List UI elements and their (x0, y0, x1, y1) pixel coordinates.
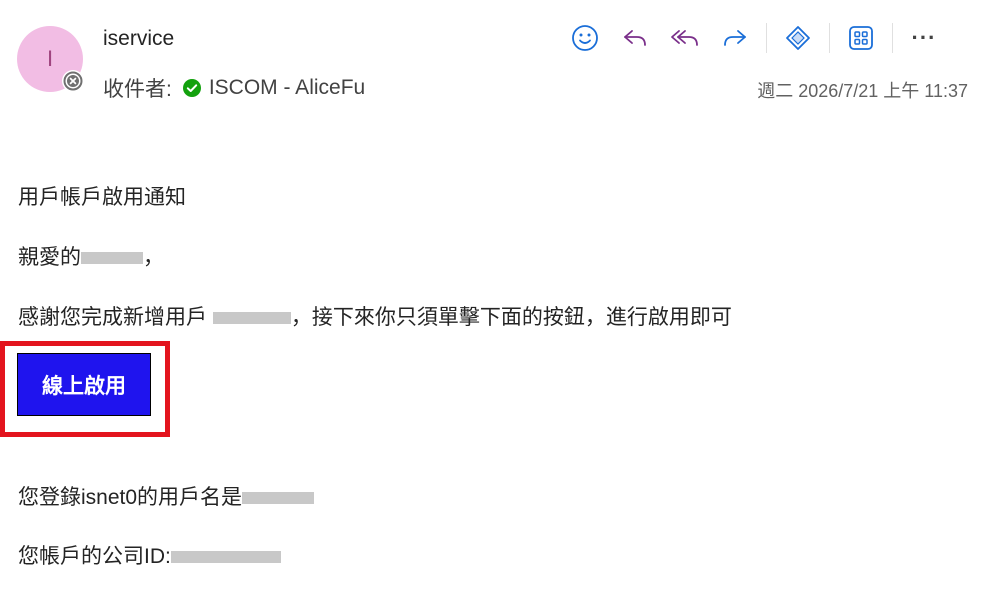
more-actions-button[interactable]: ··· (905, 20, 943, 56)
username-prefix: 您登錄isnet0的用戶名是 (18, 486, 243, 509)
company-id-prefix: 您帳戶的公司ID: (18, 545, 171, 568)
reply-all-icon (671, 30, 698, 46)
greeting-prefix: 親愛的 (18, 246, 81, 269)
recipient-label: 收件者: (103, 78, 172, 101)
company-id-line: 您帳戶的公司ID: (18, 540, 281, 570)
message-date: 週二 2026/7/21 上午 11:37 (757, 81, 968, 101)
greeting-line: 親愛的 ， (18, 241, 164, 271)
instruction-suffix: ，接下來你只須單擊下面的按鈕，進行啟用即可 (290, 306, 732, 329)
redacted-login-name (242, 492, 315, 505)
verified-check-icon (182, 78, 202, 98)
activate-online-button[interactable]: 線上啟用 (17, 353, 151, 416)
avatar-initial: I (46, 46, 54, 71)
sender-name[interactable]: iservice (103, 27, 174, 51)
toolbar-divider (766, 23, 767, 53)
forward-icon (724, 30, 746, 46)
redacted-username (212, 312, 291, 325)
redacted-name (81, 252, 143, 265)
apps-button[interactable] (842, 20, 880, 56)
reply-all-button[interactable] (666, 20, 704, 56)
instruction-line: 感謝您完成新增用戶 ，接下來你只須單擊下面的按鈕，進行啟用即可 (18, 301, 732, 331)
instruction-prefix: 感謝您完成新增用戶 (18, 306, 213, 329)
message-title: 用戶帳戶啟用通知 (18, 186, 186, 209)
forward-button[interactable] (716, 20, 754, 56)
emoji-icon (572, 25, 598, 51)
reply-button[interactable] (616, 20, 654, 56)
toolbar-divider (892, 23, 893, 53)
apps-icon (849, 26, 873, 50)
presence-offline-icon (62, 70, 84, 92)
more-icon: ··· (911, 25, 937, 50)
recipient-line: 收件者: ISCOM - AliceFu (103, 73, 365, 103)
redacted-company-id (170, 551, 281, 564)
viva-insights-icon (786, 26, 810, 50)
emoji-button[interactable] (566, 20, 604, 56)
toolbar-divider (829, 23, 830, 53)
message-toolbar: ··· (566, 20, 943, 56)
greeting-suffix: ， (143, 246, 164, 269)
viva-insights-button[interactable] (779, 20, 817, 56)
reply-icon (624, 30, 646, 46)
recipient-name[interactable]: ISCOM - AliceFu (209, 76, 365, 100)
username-line: 您登錄isnet0的用戶名是 (18, 481, 315, 511)
